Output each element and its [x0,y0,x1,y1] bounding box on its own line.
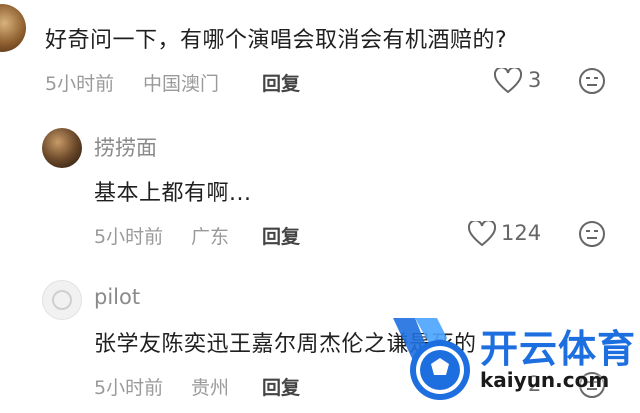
heart-icon[interactable] [494,68,522,94]
reply-button[interactable]: 回复 [262,69,300,96]
comment-time: 5小时前 [94,377,164,399]
reply-button[interactable]: 回复 [262,222,300,249]
avatar[interactable] [0,4,26,52]
comment-text: 好奇问一下，有哪个演唱会取消会有机酒赔的? [45,28,508,53]
comment-text: 基本上都有啊... [94,181,252,206]
like-count: 124 [501,221,542,245]
username[interactable]: pilot [94,285,140,309]
comment-time: 5小时前 [45,73,115,95]
avatar[interactable] [42,128,82,168]
default-avatar-icon [52,290,72,310]
watermark-url: kaiyun.com [480,368,610,392]
comment-location: 中国澳门 [143,73,220,95]
dislike-face-icon[interactable] [578,220,606,248]
comment-location: 广东 [191,226,230,248]
heart-icon[interactable] [468,221,496,247]
username[interactable]: 捞捞面 [94,132,157,162]
watermark-logo-icon [385,308,485,408]
avatar[interactable] [42,280,82,320]
comment-time: 5小时前 [94,226,164,248]
like-count: 3 [528,68,542,92]
dislike-face-icon[interactable] [578,67,606,95]
watermark-title: 开云体育 [480,327,637,371]
reply-button[interactable]: 回复 [262,373,300,400]
comment-location: 贵州 [191,377,230,399]
